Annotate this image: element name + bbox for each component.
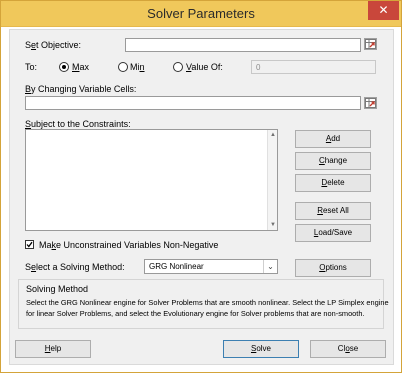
solving-method-description-line1: Select the GRG Nonlinear engine for Solv… <box>26 298 389 307</box>
solving-method-label: Select a Solving Method: <box>25 262 125 272</box>
change-button[interactable]: Change <box>295 152 371 170</box>
scroll-down-icon[interactable]: ▼ <box>269 221 277 229</box>
help-button[interactable]: Help <box>15 340 91 358</box>
value-of-radio[interactable] <box>173 62 183 72</box>
max-radio[interactable] <box>59 62 69 72</box>
max-label: Max <box>72 62 90 72</box>
changing-cells-label: By Changing Variable Cells: <box>25 84 137 94</box>
add-button[interactable]: Add <box>295 130 371 148</box>
changing-cells-field[interactable] <box>25 96 361 110</box>
non-negative-checkbox[interactable] <box>25 240 34 249</box>
chevron-down-icon[interactable]: ⌄ <box>263 260 277 273</box>
min-label: Min <box>130 62 145 72</box>
set-objective-input[interactable] <box>126 39 360 51</box>
min-radio[interactable] <box>118 62 128 72</box>
constraints-label: Subject to the Constraints: <box>25 119 131 129</box>
changing-cells-input[interactable] <box>26 97 360 109</box>
value-of-label: Value Of: <box>186 62 223 72</box>
options-button[interactable]: Options <box>295 259 371 277</box>
set-objective-label: Set Objective: <box>25 40 82 50</box>
constraints-scrollbar[interactable]: ▲ ▼ <box>267 130 277 230</box>
objective-range-select-icon[interactable] <box>364 38 377 50</box>
load-save-button[interactable]: Load/Save <box>295 224 371 242</box>
set-objective-field[interactable] <box>125 38 361 52</box>
title-bar[interactable]: Solver Parameters ✕ <box>1 1 401 27</box>
window-title: Solver Parameters <box>147 6 255 21</box>
window-close-button[interactable]: ✕ <box>368 1 399 20</box>
changing-range-select-icon[interactable] <box>364 97 377 109</box>
value-of-input[interactable] <box>252 61 375 73</box>
non-negative-label: Make Unconstrained Variables Non-Negativ… <box>39 240 219 250</box>
to-label: To: <box>25 62 38 72</box>
solving-method-group: Solving Method Select the GRG Nonlinear … <box>18 279 389 329</box>
solving-method-value: GRG Nonlinear <box>149 262 204 271</box>
solver-dialog: Solver Parameters ✕ Set Objective: To: M… <box>0 0 402 373</box>
value-of-field[interactable] <box>251 60 376 74</box>
close-button[interactable]: Close <box>310 340 386 358</box>
dialog-body: Set Objective: To: Max Min Value Of: By … <box>9 29 394 365</box>
solve-button[interactable]: Solve <box>223 340 299 358</box>
delete-button[interactable]: Delete <box>295 174 371 192</box>
constraints-list[interactable]: ▲ ▼ <box>25 129 278 231</box>
reset-all-button[interactable]: Reset All <box>295 202 371 220</box>
solving-method-group-title: Solving Method <box>26 284 89 294</box>
scroll-up-icon[interactable]: ▲ <box>269 131 277 139</box>
solving-method-description-line2: for linear Solver Problems, and select t… <box>26 309 365 318</box>
solving-method-select[interactable]: GRG Nonlinear ⌄ <box>144 259 278 274</box>
